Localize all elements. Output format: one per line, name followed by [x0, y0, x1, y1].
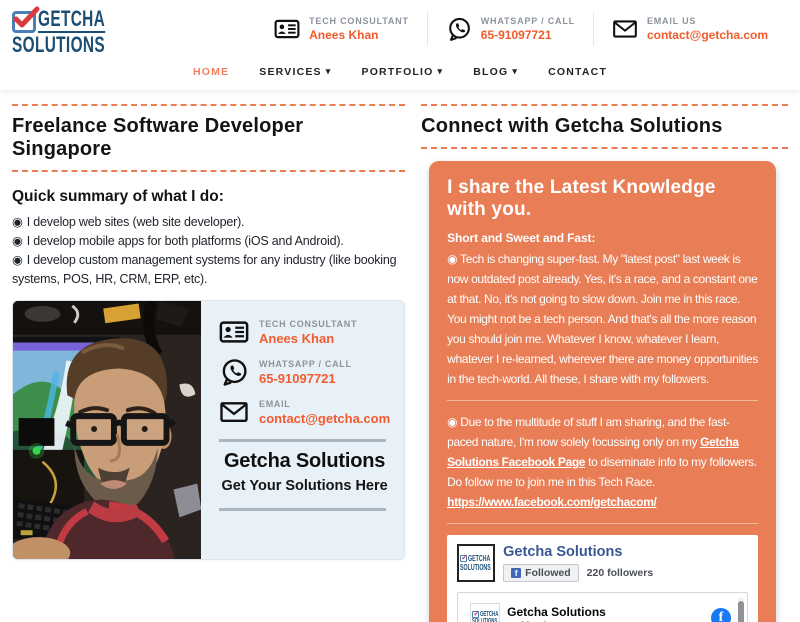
dashed-divider [421, 104, 788, 106]
facebook-logo-icon[interactable]: f [711, 608, 731, 622]
bullet-icon: ◉ [12, 215, 23, 229]
header-contact-whatsapp: WHATSAPP / CALL 65-91097721 [428, 16, 593, 42]
card-contact-email: EMAIL contact@getcha.com [219, 397, 390, 427]
chevron-down-icon: ▾ [326, 67, 332, 76]
dashed-divider [421, 147, 788, 149]
brand-logo[interactable]: GETCHA SOLUTIONS [12, 6, 145, 56]
panel-paragraph-3: Do follow me to join me in this Tech Rac… [447, 475, 655, 489]
phone-link[interactable]: 65-91097721 [481, 28, 575, 42]
phone-link[interactable]: 65-91097721 [259, 371, 352, 386]
panel-paragraph-1: ◉ Tech is changing super-fast. My "lates… [447, 249, 758, 389]
email-link[interactable]: contact@getcha.com [647, 28, 768, 42]
header-contacts: TECH CONSULTANT Anees Khan WHATSAPP / CA… [256, 6, 786, 46]
knowledge-panel: I share the Latest Knowledge with you. S… [429, 161, 776, 622]
nav-services[interactable]: SERVICES▾ [259, 66, 331, 78]
nav-home[interactable]: HOME [193, 66, 229, 78]
contact-label: TECH CONSULTANT [309, 16, 409, 26]
post-header: ✓GETCHA SOLUTIONS Getcha Solutions on Mo… [470, 603, 731, 622]
logo-checkbox-icon [12, 11, 36, 33]
contact-label: TECH CONSULTANT [259, 319, 357, 329]
right-column: Connect with Getcha Solutions I share th… [421, 98, 788, 622]
id-card-icon [274, 16, 300, 42]
chevron-down-icon: ▾ [438, 67, 444, 76]
divider [219, 439, 386, 442]
panel-subheading: Short and Sweet and Fast: [447, 231, 758, 245]
contact-label: EMAIL [259, 399, 390, 409]
logo-checkbox-icon: ✓ [460, 555, 467, 562]
divider [219, 508, 386, 511]
nav-contact[interactable]: CONTACT [548, 66, 607, 78]
bullet-icon: ◉ [12, 234, 23, 248]
whatsapp-icon [446, 16, 472, 42]
nav-portfolio[interactable]: PORTFOLIO▾ [361, 66, 443, 78]
brand-name-line1: GETCHA [38, 8, 105, 33]
divider [447, 400, 758, 401]
divider [447, 523, 758, 524]
email-icon [612, 16, 638, 42]
facebook-page-widget: ✓GETCHA SOLUTIONS Getcha Solutions fFoll… [447, 535, 758, 622]
consultant-name-link[interactable]: Anees Khan [309, 28, 409, 42]
id-card-icon [219, 317, 249, 347]
scrollbar-thumb[interactable] [738, 601, 744, 622]
facebook-url-link[interactable]: https://www.facebook.com/getchacom/ [447, 495, 656, 509]
email-icon [219, 397, 249, 427]
card-contact-whatsapp: WHATSAPP / CALL 65-91097721 [219, 357, 390, 387]
header-top: GETCHA SOLUTIONS TECH CONSULTANT Anees K… [0, 0, 800, 56]
dashed-divider [12, 170, 405, 172]
panel-heading: I share the Latest Knowledge with you. [447, 177, 758, 221]
page-logo: ✓GETCHA SOLUTIONS [457, 544, 495, 582]
header-contact-email: EMAIL US contact@getcha.com [594, 16, 786, 42]
profile-contact-panel: TECH CONSULTANT Anees Khan WHATSAPP / CA… [201, 301, 404, 559]
followed-button[interactable]: fFollowed [503, 564, 579, 582]
facebook-widget-header: ✓GETCHA SOLUTIONS Getcha Solutions fFoll… [457, 544, 748, 582]
summary-bullet: ◉I develop mobile apps for both platform… [12, 232, 405, 251]
chevron-down-icon: ▾ [512, 67, 518, 76]
summary-bullet: ◉I develop web sites (web site developer… [12, 213, 405, 232]
card-brand-title: Getcha Solutions [219, 450, 390, 473]
bullet-icon: ◉ [12, 253, 23, 267]
contact-label: WHATSAPP / CALL [481, 16, 575, 26]
brand-name-line2: SOLUTIONS [12, 34, 105, 56]
facebook-icon: f [511, 568, 521, 578]
profile-photo [13, 301, 201, 559]
summary-heading: Quick summary of what I do: [12, 188, 405, 206]
left-column: Freelance Software Developer Singapore Q… [12, 98, 405, 622]
contact-label: EMAIL US [647, 16, 768, 26]
connect-title: Connect with Getcha Solutions [421, 112, 788, 141]
followers-count: 220 followers [587, 567, 654, 579]
site-header: GETCHA SOLUTIONS TECH CONSULTANT Anees K… [0, 0, 800, 90]
post-avatar: ✓GETCHA SOLUTIONS [470, 603, 500, 622]
card-brand-tagline: Get Your Solutions Here [219, 478, 390, 494]
facebook-post-frame: ✓GETCHA SOLUTIONS Getcha Solutions on Mo… [457, 592, 748, 622]
dashed-divider [12, 104, 405, 106]
logo-checkbox-icon: ✓ [472, 611, 479, 618]
main-nav: HOME SERVICES▾ PORTFOLIO▾ BLOG▾ CONTACT [0, 56, 800, 90]
card-contact-consultant: TECH CONSULTANT Anees Khan [219, 317, 390, 347]
facebook-page-name-link[interactable]: Getcha Solutions [503, 544, 653, 560]
header-contact-consultant: TECH CONSULTANT Anees Khan [256, 16, 427, 42]
nav-blog[interactable]: BLOG▾ [473, 66, 518, 78]
panel-paragraph-2: ◉ Due to the multitude of stuff I am sha… [447, 412, 758, 512]
profile-card: TECH CONSULTANT Anees Khan WHATSAPP / CA… [12, 300, 405, 560]
whatsapp-icon [219, 357, 249, 387]
email-link[interactable]: contact@getcha.com [259, 411, 390, 426]
summary-bullet: ◉I develop custom management systems for… [12, 251, 405, 289]
page-title: Freelance Software Developer Singapore [12, 112, 405, 164]
contact-label: WHATSAPP / CALL [259, 359, 352, 369]
main-content: Freelance Software Developer Singapore Q… [0, 90, 800, 622]
consultant-name-link[interactable]: Anees Khan [259, 331, 357, 346]
post-author-link[interactable]: Getcha Solutions [507, 605, 704, 619]
